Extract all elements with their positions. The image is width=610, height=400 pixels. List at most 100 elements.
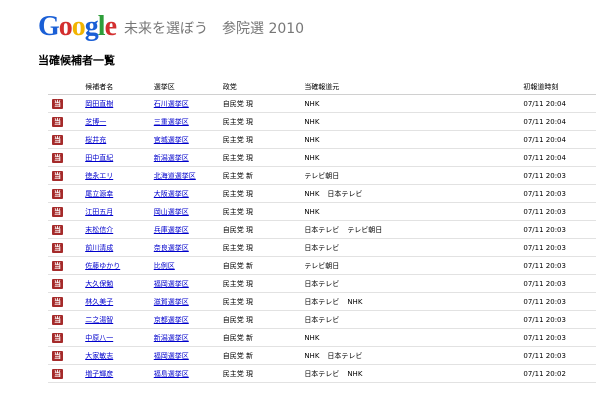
district-cell: 兵庫選挙区 xyxy=(149,220,219,239)
table-row: 当 大久保勉 福岡選挙区 民主党 現日本テレビ 07/11 20:03 xyxy=(48,274,596,293)
media-source: NHK xyxy=(304,189,320,198)
district-link[interactable]: 岡山選挙区 xyxy=(154,208,189,216)
district-link[interactable]: 大阪選挙区 xyxy=(154,190,189,198)
candidate-name-link[interactable]: 増子輝彦 xyxy=(85,370,113,378)
election-win-icon: 当 xyxy=(52,134,63,145)
candidate-name-cell: 徳永エリ xyxy=(81,166,150,185)
row-icon-cell: 当 xyxy=(48,184,82,203)
district-link[interactable]: 滋賀選挙区 xyxy=(154,298,189,306)
candidate-name-link[interactable]: 田中直紀 xyxy=(85,154,113,162)
district-link[interactable]: 比例区 xyxy=(154,262,175,270)
time-cell: 07/11 20:03 xyxy=(519,238,596,257)
candidate-name-link[interactable]: 江田五月 xyxy=(85,208,113,216)
district-link[interactable]: 福岡選挙区 xyxy=(154,280,189,288)
district-link[interactable]: 福岡選挙区 xyxy=(154,352,189,360)
candidate-name-link[interactable]: 二之湯智 xyxy=(85,316,113,324)
district-link[interactable]: 宮城選挙区 xyxy=(154,136,189,144)
media-source: NHK xyxy=(347,369,363,378)
media-source: 日本テレビ xyxy=(304,279,340,288)
row-icon-cell: 当 xyxy=(48,148,82,167)
table-row: 当 大家敏志 福岡選挙区 自民党 新 NHK 日本テレビ 07/11 20:03 xyxy=(48,346,596,365)
candidate-name-cell: 佐藤ゆかり xyxy=(81,256,150,275)
row-icon-cell: 当 xyxy=(48,112,82,131)
district-cell: 比例区 xyxy=(149,256,219,275)
candidate-name-link[interactable]: 尾立源幸 xyxy=(85,190,113,198)
table-row: 当 岡田直樹 石川選挙区 自民党 現 NHK 07/11 20:04 xyxy=(48,94,596,113)
media-source: テレビ朝日 xyxy=(304,261,340,270)
time-cell: 07/11 20:03 xyxy=(519,328,596,347)
media-cell: 日本テレビ xyxy=(300,310,520,329)
district-link[interactable]: 三重選挙区 xyxy=(154,118,189,126)
district-link[interactable]: 福島選挙区 xyxy=(154,370,189,378)
row-icon-cell: 当 xyxy=(48,94,82,113)
row-icon-cell: 当 xyxy=(48,364,82,383)
time-cell: 07/11 20:03 xyxy=(519,220,596,239)
table-row: 当 中原八一 新潟選挙区 自民党 新 NHK 07/11 20:03 xyxy=(48,328,596,347)
page: Google 未来を選ぼう 参院選 2010 当確候補者一覧 候補者名 選挙区 … xyxy=(0,0,610,400)
party-cell: 民主党 現 xyxy=(218,184,301,203)
party-cell: 自民党 現 xyxy=(218,94,301,113)
party-cell: 自民党 新 xyxy=(218,256,301,275)
candidate-name-cell: 大久保勉 xyxy=(81,274,150,293)
row-icon-cell: 当 xyxy=(48,346,82,365)
district-link[interactable]: 北海道選挙区 xyxy=(154,172,196,180)
media-source: NHK xyxy=(304,333,320,342)
row-icon-cell: 当 xyxy=(48,292,82,311)
district-link[interactable]: 新潟選挙区 xyxy=(154,154,189,162)
district-cell: 福島選挙区 xyxy=(149,364,219,383)
election-win-icon: 当 xyxy=(52,314,63,325)
media-cell: 日本テレビ NHK xyxy=(300,292,520,311)
candidate-name-link[interactable]: 芝博一 xyxy=(85,118,106,126)
candidate-name-link[interactable]: 桜井充 xyxy=(85,136,106,144)
media-source: NHK xyxy=(304,135,320,144)
district-link[interactable]: 新潟選挙区 xyxy=(154,334,189,342)
election-win-icon: 当 xyxy=(52,260,63,271)
time-cell: 07/11 20:03 xyxy=(519,346,596,365)
header-party: 政党 xyxy=(218,80,301,95)
party-cell: 民主党 現 xyxy=(218,238,301,257)
table-row: 当 桜井充 宮城選挙区 民主党 現 NHK 07/11 20:04 xyxy=(48,130,596,149)
candidate-name-cell: 江田五月 xyxy=(81,202,150,221)
header-name: 候補者名 xyxy=(81,80,150,95)
row-icon-cell: 当 xyxy=(48,274,82,293)
row-icon-cell: 当 xyxy=(48,130,82,149)
table-row: 当 芝博一 三重選挙区 民主党 現 NHK 07/11 20:04 xyxy=(48,112,596,131)
district-cell: 滋賀選挙区 xyxy=(149,292,219,311)
candidate-name-link[interactable]: 林久美子 xyxy=(85,298,113,306)
time-cell: 07/11 20:03 xyxy=(519,202,596,221)
time-cell: 07/11 20:03 xyxy=(519,274,596,293)
district-link[interactable]: 京都選挙区 xyxy=(154,316,189,324)
candidate-name-link[interactable]: 末松信介 xyxy=(85,226,113,234)
candidate-name-link[interactable]: 中原八一 xyxy=(85,334,113,342)
party-cell: 民主党 新 xyxy=(218,166,301,185)
candidate-name-link[interactable]: 佐藤ゆかり xyxy=(85,262,120,270)
media-cell: NHK xyxy=(300,328,520,347)
election-win-icon: 当 xyxy=(52,206,63,217)
district-cell: 奈良選挙区 xyxy=(149,238,219,257)
candidate-name-cell: 林久美子 xyxy=(81,292,150,311)
candidate-name-link[interactable]: 前川清成 xyxy=(85,244,113,252)
election-win-icon: 当 xyxy=(52,332,63,343)
district-link[interactable]: 兵庫選挙区 xyxy=(154,226,189,234)
election-win-icon: 当 xyxy=(52,350,63,361)
candidate-name-cell: 芝博一 xyxy=(81,112,150,131)
candidate-name-link[interactable]: 大久保勉 xyxy=(85,280,113,288)
election-win-icon: 当 xyxy=(52,116,63,127)
table-row: 当 江田五月 岡山選挙区 民主党 現 NHK 07/11 20:03 xyxy=(48,202,596,221)
candidate-name-link[interactable]: 岡田直樹 xyxy=(85,100,113,108)
media-source: テレビ朝日 xyxy=(347,225,383,234)
party-cell: 民主党 現 xyxy=(218,130,301,149)
candidate-name-link[interactable]: 徳永エリ xyxy=(85,172,113,180)
district-cell: 福岡選挙区 xyxy=(149,274,219,293)
google-logo[interactable]: Google xyxy=(38,12,117,42)
row-icon-cell: 当 xyxy=(48,328,82,347)
table-row: 当 林久美子 滋賀選挙区 民主党 現日本テレビ NHK 07/11 20:03 xyxy=(48,292,596,311)
media-cell: NHK xyxy=(300,94,520,113)
row-icon-cell: 当 xyxy=(48,238,82,257)
district-link[interactable]: 石川選挙区 xyxy=(154,100,189,108)
candidate-name-link[interactable]: 大家敏志 xyxy=(85,352,113,360)
election-win-icon: 当 xyxy=(52,368,63,379)
district-link[interactable]: 奈良選挙区 xyxy=(154,244,189,252)
district-cell: 新潟選挙区 xyxy=(149,148,219,167)
candidate-name-cell: 中原八一 xyxy=(81,328,150,347)
